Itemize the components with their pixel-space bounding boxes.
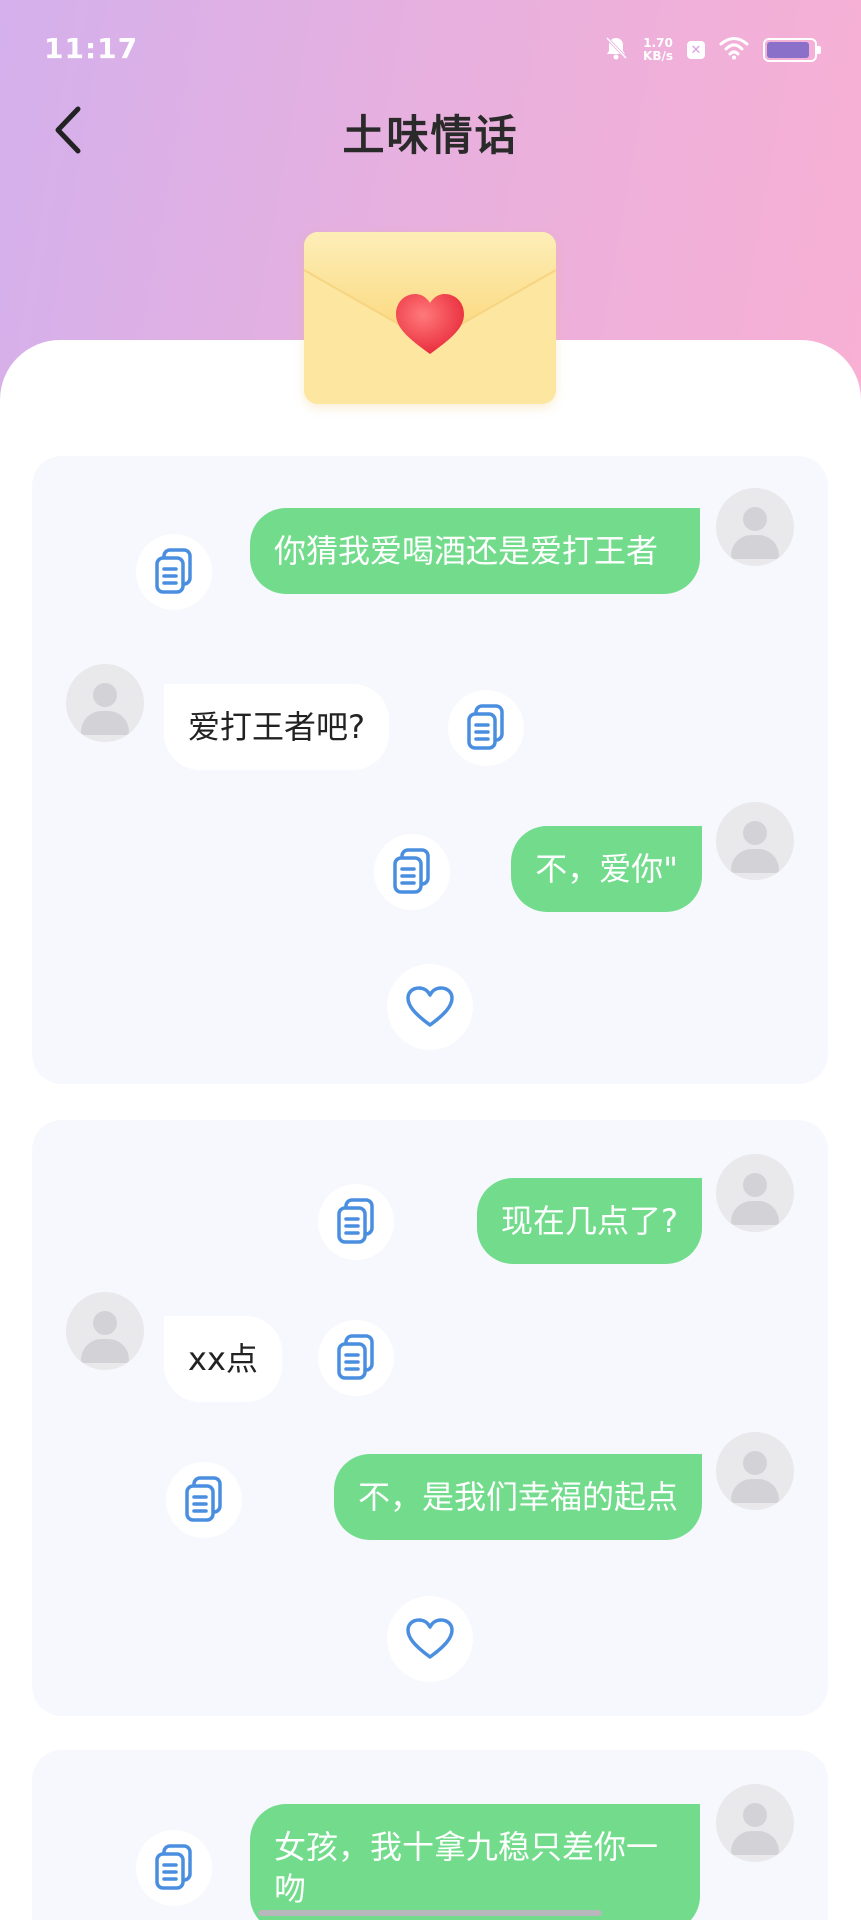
favorite-button[interactable]: [387, 1596, 473, 1682]
copy-icon: [155, 548, 192, 594]
copy-button[interactable]: [318, 1320, 394, 1396]
message-bubble-me: 你猜我爱喝酒还是爱打王者: [250, 508, 700, 594]
wifi-icon: [719, 36, 749, 64]
message-bubble-me: 不，爱你": [511, 826, 702, 912]
bell-muted-icon: [603, 35, 629, 65]
dialogue-card: 现在几点了? xx点 不，是我们幸福的起点: [32, 1120, 828, 1716]
dialogue-card: 你猜我爱喝酒还是爱打王者 爱打王者吧? 不，爱你": [32, 456, 828, 1084]
envelope-heart-icon: [304, 232, 556, 404]
close-badge-icon: ✕: [687, 41, 705, 59]
message-bubble-other: xx点: [164, 1316, 282, 1402]
copy-icon: [155, 1844, 192, 1890]
copy-icon: [467, 704, 504, 750]
avatar: [716, 1432, 794, 1510]
battery-icon: [763, 38, 821, 62]
heart-outline-icon: [406, 1618, 454, 1659]
avatar: [716, 802, 794, 880]
heart-outline-icon: [406, 986, 454, 1027]
dialogue-card: 女孩，我十拿九稳只差你一吻: [32, 1750, 828, 1920]
copy-button[interactable]: [166, 1462, 242, 1538]
copy-button[interactable]: [448, 690, 524, 766]
status-icons: 1.70 KB/s ✕: [603, 32, 821, 68]
message-bubble-me: 现在几点了?: [477, 1178, 702, 1264]
message-bubble-me: 女孩，我十拿九稳只差你一吻: [250, 1804, 700, 1920]
avatar: [716, 1784, 794, 1862]
network-speed: 1.70 KB/s: [643, 37, 673, 63]
copy-icon: [393, 848, 430, 894]
copy-button[interactable]: [136, 534, 212, 610]
avatar: [66, 664, 144, 742]
page-title: 土味情话: [342, 111, 519, 160]
favorite-button[interactable]: [387, 964, 473, 1050]
avatar: [716, 488, 794, 566]
message-bubble-me: 不，是我们幸福的起点: [333, 1454, 702, 1540]
copy-button[interactable]: [318, 1184, 394, 1260]
battery-level: [767, 42, 810, 58]
copy-icon: [337, 1334, 374, 1380]
home-indicator[interactable]: [258, 1910, 602, 1916]
copy-icon: [185, 1476, 222, 1522]
copy-icon: [337, 1198, 374, 1244]
nav-bar: 土味情话: [0, 90, 861, 170]
avatar: [716, 1154, 794, 1232]
copy-button[interactable]: [136, 1830, 212, 1906]
network-speed-unit: KB/s: [643, 49, 673, 63]
copy-button[interactable]: [374, 834, 450, 910]
avatar: [66, 1292, 144, 1370]
message-bubble-other: 爱打王者吧?: [164, 684, 389, 770]
status-time: 11:17: [44, 32, 139, 65]
status-bar: 11:17 1.70 KB/s ✕: [0, 0, 861, 100]
